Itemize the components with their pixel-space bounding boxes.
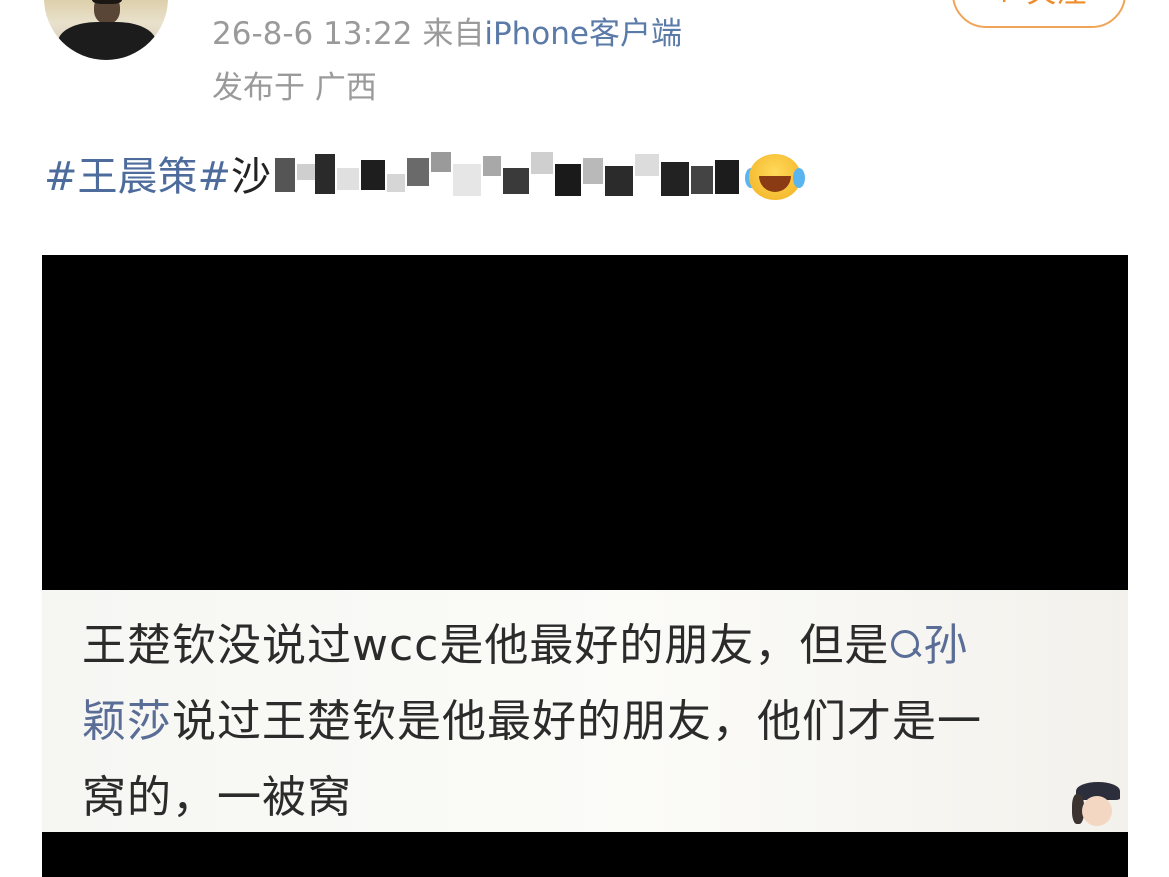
redacted-text-mosaic [271,150,743,204]
caption-search-name-part2[interactable]: 颖莎 [82,696,172,747]
search-icon[interactable] [889,624,923,664]
cartoon-sticker-icon [1070,782,1124,830]
avatar[interactable] [44,0,168,60]
video-caption-text: 王楚钦没说过wcc是他最好的朋友，但是孙 颖莎说过王楚钦是他最好的朋友，他们才是… [82,608,1098,836]
video-caption-panel: 王楚钦没说过wcc是他最好的朋友，但是孙 颖莎说过王楚钦是他最好的朋友，他们才是… [42,590,1128,832]
laugh-cry-emoji-icon [743,150,806,204]
post-meta: 26-8-6 13:22 来自iPhone客户端 [212,14,682,54]
post-timestamp: 26-8-6 13:22 [212,16,413,52]
follow-button[interactable]: + 关注 [952,0,1126,28]
caption-line3: 窝的，一被窝 [82,772,352,823]
avatar-body [58,22,156,60]
caption-line2: 说过王楚钦是他最好的朋友，他们才是一 [172,696,982,747]
avatar-hair [92,0,122,4]
post-text: #王晨策#沙 [44,150,806,204]
caption-search-name-part1[interactable]: 孙 [923,620,968,671]
hashtag-link[interactable]: #王晨策# [44,154,231,200]
source-client-link[interactable]: iPhone客户端 [484,16,682,52]
source-prefix: 来自 [422,16,485,52]
post-text-visible: 沙 [231,154,272,200]
caption-line1: 王楚钦没说过wcc是他最好的朋友，但是 [82,620,890,671]
post-location: 发布于 广西 [212,70,377,106]
video-player[interactable]: 王楚钦没说过wcc是他最好的朋友，但是孙 颖莎说过王楚钦是他最好的朋友，他们才是… [42,255,1128,877]
